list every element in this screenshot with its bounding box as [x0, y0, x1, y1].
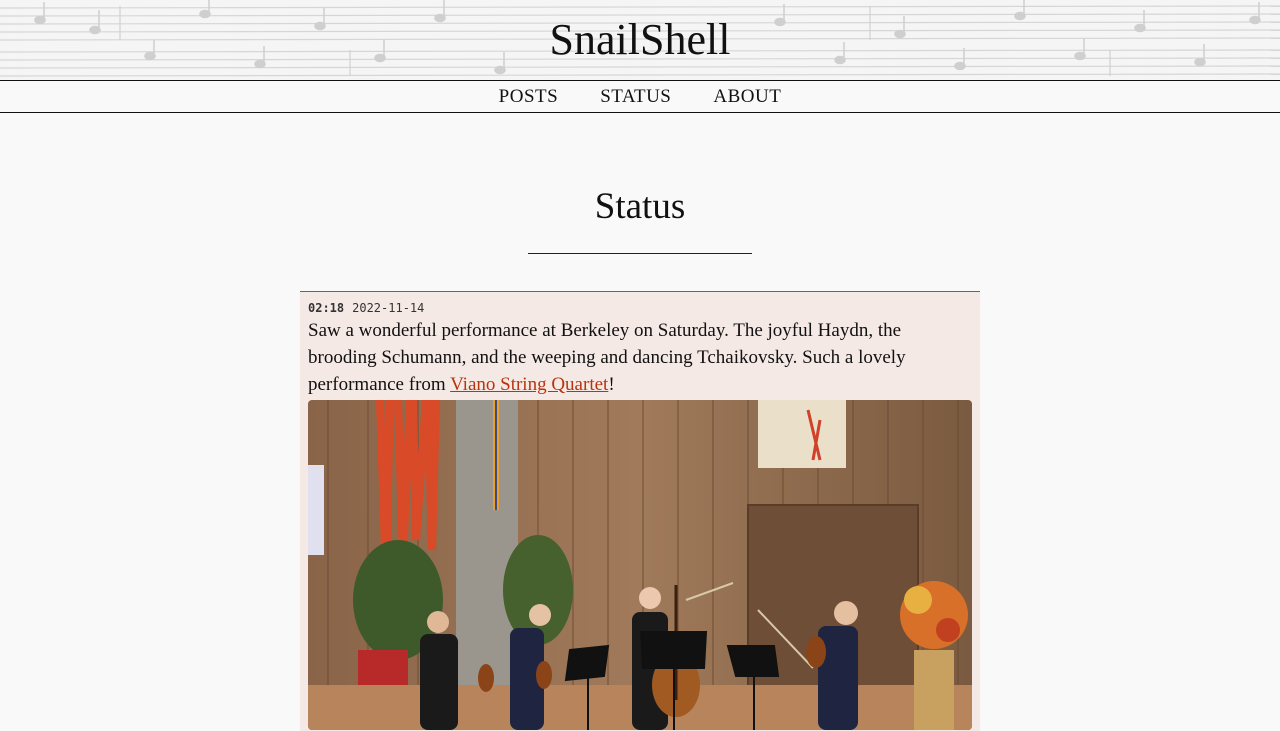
- site-title[interactable]: SnailShell: [0, 14, 1280, 66]
- status-card: 02:18 2022-11-14 Saw a wonderful performa…: [300, 291, 980, 731]
- status-text: Saw a wonderful performance at Berkeley …: [308, 317, 972, 398]
- status-time: 02:18: [308, 301, 345, 315]
- page-title: Status: [594, 186, 686, 227]
- site-header: SnailShell POSTS STATUS ABOUT: [0, 0, 1280, 113]
- status-date: 2022-11-14: [352, 301, 425, 315]
- main-nav: POSTS STATUS ABOUT: [0, 80, 1280, 113]
- sheet-music-banner: SnailShell: [0, 0, 1280, 80]
- heading-divider: [528, 253, 752, 254]
- status-meta: 02:18 2022-11-14: [308, 300, 972, 317]
- quartet-link[interactable]: Viano String Quartet: [450, 374, 608, 395]
- nav-status-link[interactable]: STATUS: [579, 81, 692, 112]
- nav-posts-link[interactable]: POSTS: [478, 81, 580, 112]
- main-content: Status 02:18 2022-11-14 Saw a wonderful p…: [0, 185, 1280, 731]
- nav-about-link[interactable]: ABOUT: [692, 81, 802, 112]
- concert-photo[interactable]: [308, 400, 972, 730]
- status-text-end: !: [608, 374, 615, 395]
